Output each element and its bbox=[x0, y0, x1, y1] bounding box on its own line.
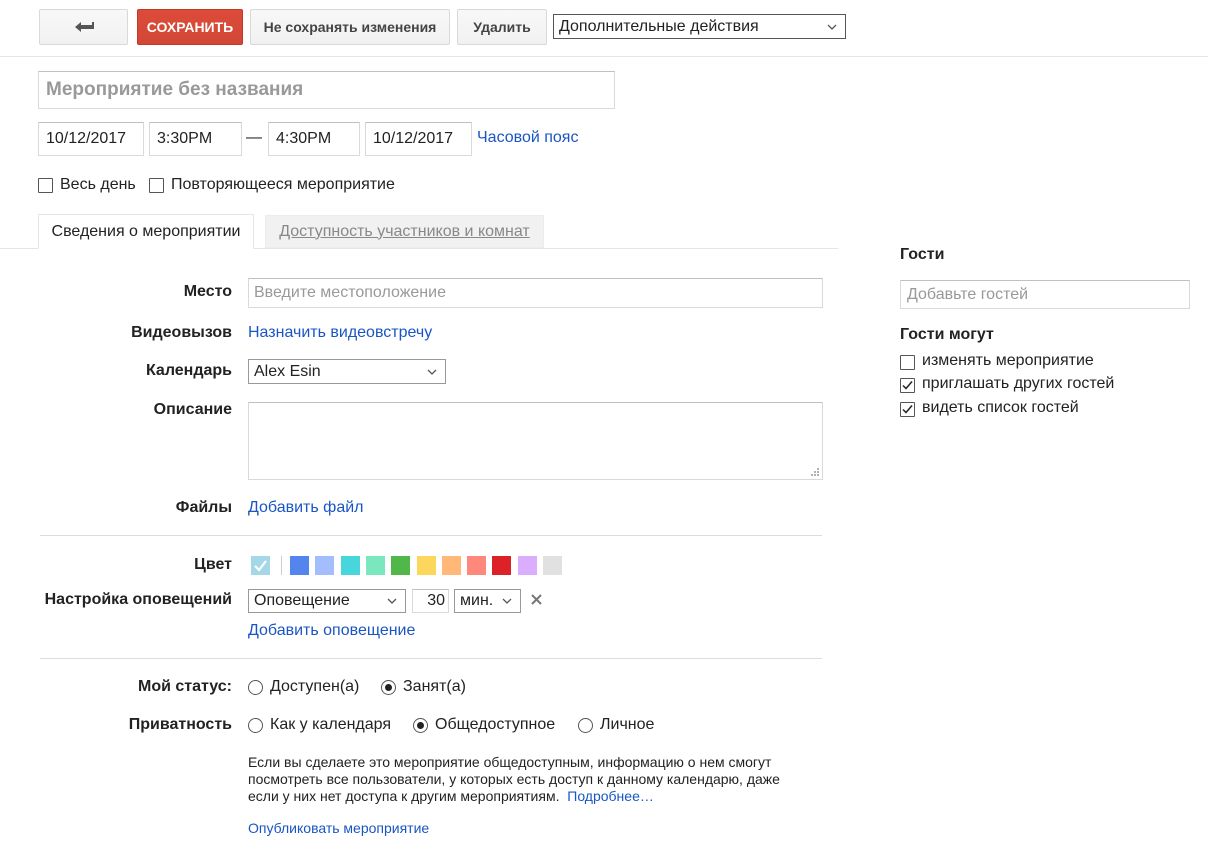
start-time-value: 3:30PM bbox=[157, 130, 213, 147]
notification-type-select[interactable]: Оповещение bbox=[248, 589, 406, 613]
color-swatch[interactable] bbox=[391, 556, 411, 575]
privacy-note: Если вы сделаете это мероприятие общедос… bbox=[248, 754, 808, 805]
all-day-checkbox[interactable] bbox=[38, 178, 53, 193]
repeat-label: Повторяющееся мероприятие bbox=[171, 176, 395, 193]
delete-button[interactable]: Удалить bbox=[457, 9, 547, 45]
color-swatch[interactable] bbox=[315, 556, 335, 575]
description-label: Описание bbox=[153, 401, 232, 418]
location-input[interactable]: Введите местоположение bbox=[248, 278, 823, 308]
privacy-note-text: Если вы сделаете это мероприятие общедос… bbox=[248, 754, 780, 804]
add-file-link[interactable]: Добавить файл bbox=[248, 499, 364, 517]
color-swatch[interactable] bbox=[543, 556, 562, 575]
end-time-value: 4:30PM bbox=[276, 130, 332, 147]
status-busy-label: Занят(а) bbox=[403, 678, 466, 695]
tab-event-details-label: Сведения о мероприятии bbox=[51, 222, 241, 240]
video-call-label: Видеовызов bbox=[131, 324, 232, 341]
status-available-label: Доступен(а) bbox=[270, 678, 360, 695]
tab-event-details[interactable]: Сведения о мероприятии bbox=[38, 214, 254, 249]
end-date-input[interactable]: 10/12/2017 bbox=[365, 122, 472, 156]
files-label: Файлы bbox=[175, 499, 232, 516]
guests-can-title: Гости могут bbox=[900, 326, 994, 343]
close-icon[interactable] bbox=[531, 594, 542, 605]
learn-more-link[interactable]: Подробнее… bbox=[567, 788, 654, 804]
status-available-radio[interactable] bbox=[248, 680, 263, 695]
add-guests-placeholder: Добавьте гостей bbox=[907, 285, 1029, 303]
checkmark-icon bbox=[902, 381, 913, 390]
event-title-input[interactable]: Мероприятие без названия bbox=[38, 71, 615, 109]
location-placeholder: Введите местоположение bbox=[254, 284, 446, 301]
back-button[interactable] bbox=[39, 9, 128, 45]
notification-unit-select[interactable]: мин. bbox=[454, 589, 521, 613]
my-status-label: Мой статус: bbox=[138, 678, 232, 695]
permission-modify-checkbox[interactable] bbox=[900, 355, 915, 370]
checkmark-icon bbox=[902, 405, 913, 414]
permission-invite-label: приглашать других гостей bbox=[922, 375, 1115, 392]
add-notification-link[interactable]: Добавить оповещение bbox=[248, 622, 415, 640]
repeat-checkbox[interactable] bbox=[149, 178, 164, 193]
time-range-dash: — bbox=[246, 129, 262, 146]
guests-title: Гости bbox=[900, 246, 945, 263]
privacy-public-radio[interactable] bbox=[413, 718, 428, 733]
more-actions-value: Дополнительные действия bbox=[559, 17, 759, 35]
notifications-label: Настройка оповещений bbox=[44, 591, 232, 608]
toolbar-divider bbox=[0, 56, 1208, 57]
section-divider bbox=[40, 535, 822, 536]
notification-type-value: Оповещение bbox=[254, 592, 350, 609]
color-label: Цвет bbox=[194, 556, 232, 573]
permission-invite-checkbox[interactable] bbox=[900, 378, 915, 393]
chevron-down-icon bbox=[427, 369, 437, 375]
more-actions-select[interactable]: Дополнительные действия bbox=[553, 14, 846, 39]
all-day-label: Весь день bbox=[60, 176, 136, 193]
tab-availability[interactable]: Доступность участников и комнат bbox=[265, 215, 544, 248]
color-swatch[interactable] bbox=[492, 556, 512, 575]
check-icon bbox=[254, 560, 267, 572]
status-busy-radio[interactable] bbox=[381, 680, 396, 695]
timezone-link[interactable]: Часовой пояс bbox=[477, 129, 578, 147]
tab-availability-label: Доступность участников и комнат bbox=[279, 222, 530, 240]
privacy-public-label: Общедоступное bbox=[435, 716, 556, 733]
start-date-value: 10/12/2017 bbox=[46, 130, 127, 147]
location-label: Место bbox=[183, 283, 232, 300]
privacy-private-radio[interactable] bbox=[578, 718, 593, 733]
permission-see-list-checkbox[interactable] bbox=[900, 402, 915, 417]
save-button[interactable]: СОХРАНИТЬ bbox=[137, 9, 243, 45]
section-divider bbox=[40, 658, 822, 659]
description-textarea[interactable] bbox=[248, 402, 823, 480]
permission-modify-label: изменять мероприятие bbox=[922, 352, 1094, 369]
resize-handle-icon[interactable] bbox=[810, 467, 820, 477]
chevron-down-icon bbox=[387, 598, 397, 604]
chevron-down-icon bbox=[502, 598, 512, 604]
color-swatch[interactable] bbox=[290, 556, 309, 575]
color-swatch-default[interactable] bbox=[251, 556, 270, 575]
back-arrow-icon bbox=[74, 22, 94, 32]
chevron-down-icon bbox=[827, 24, 837, 30]
calendar-label: Календарь bbox=[145, 362, 232, 379]
permission-see-list-label: видеть список гостей bbox=[922, 399, 1079, 416]
notification-unit-value: мин. bbox=[460, 592, 494, 609]
color-swatch[interactable] bbox=[340, 556, 360, 575]
end-date-value: 10/12/2017 bbox=[373, 130, 454, 147]
calendar-value: Alex Esin bbox=[254, 362, 321, 380]
color-swatch[interactable] bbox=[517, 556, 537, 575]
end-time-input[interactable]: 4:30PM bbox=[268, 122, 360, 156]
publish-event-link[interactable]: Опубликовать мероприятие bbox=[248, 820, 429, 836]
add-guests-input[interactable]: Добавьте гостей bbox=[900, 280, 1190, 309]
color-swatch[interactable] bbox=[441, 556, 461, 575]
color-separator bbox=[281, 556, 282, 575]
start-date-input[interactable]: 10/12/2017 bbox=[38, 122, 144, 156]
privacy-calendar-default-label: Как у календаря bbox=[270, 716, 392, 733]
privacy-calendar-default-radio[interactable] bbox=[248, 718, 263, 733]
event-title-placeholder: Мероприятие без названия bbox=[46, 79, 304, 100]
color-swatch[interactable] bbox=[365, 556, 385, 575]
privacy-private-label: Личное bbox=[600, 716, 655, 733]
schedule-video-link[interactable]: Назначить видеовстречу bbox=[248, 324, 432, 342]
color-swatch[interactable] bbox=[416, 556, 436, 575]
start-time-input[interactable]: 3:30PM bbox=[149, 122, 242, 156]
calendar-select[interactable]: Alex Esin bbox=[248, 359, 446, 384]
notification-amount-value: 30 bbox=[427, 592, 445, 609]
privacy-label: Приватность bbox=[128, 716, 232, 733]
discard-changes-button[interactable]: Не сохранять изменения bbox=[250, 9, 450, 45]
color-swatch[interactable] bbox=[467, 556, 487, 575]
notification-amount-input[interactable]: 30 bbox=[412, 589, 449, 613]
